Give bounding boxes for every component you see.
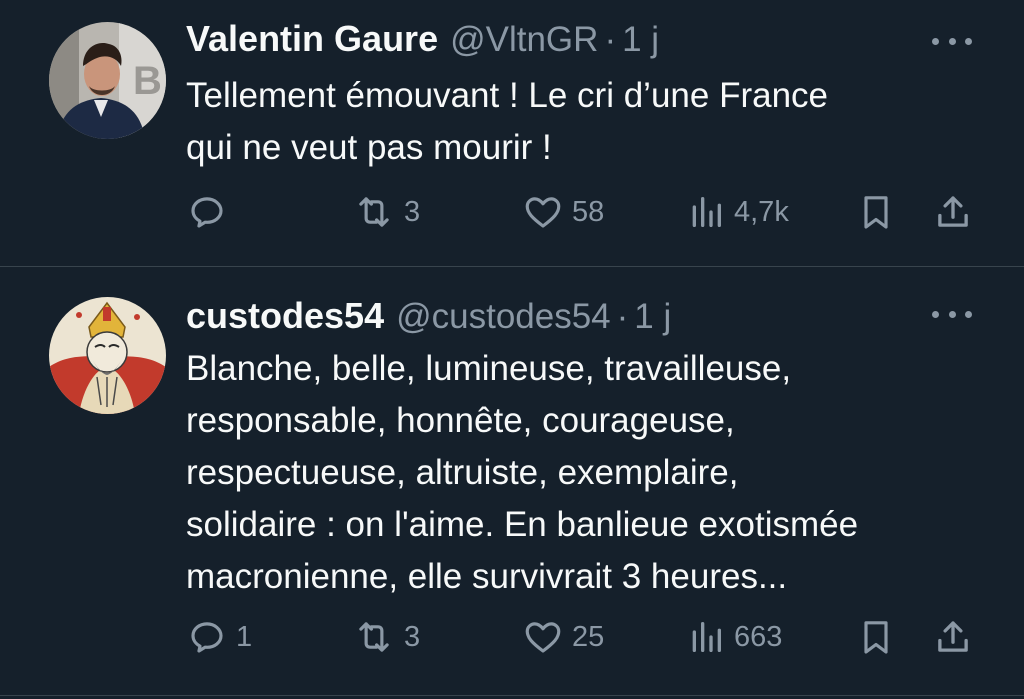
share-icon bbox=[938, 621, 968, 652]
display-name[interactable]: Valentin Gaure bbox=[186, 18, 438, 60]
tweet-divider bbox=[0, 695, 1024, 696]
views-icon bbox=[692, 622, 721, 652]
views-icon bbox=[692, 197, 721, 227]
bookmark-icon bbox=[864, 196, 888, 229]
retweet-button[interactable]: 3 bbox=[352, 615, 420, 659]
separator: · bbox=[616, 297, 629, 336]
reply-button[interactable] bbox=[186, 190, 236, 234]
like-count: 58 bbox=[572, 195, 605, 228]
tweet-actions: 3 58 4,7k bbox=[186, 190, 976, 234]
more-options-icon[interactable] bbox=[932, 34, 972, 48]
timestamp[interactable]: 1 j bbox=[622, 20, 659, 60]
tweet[interactable]: B Valentin Gaure @VltnGR · 1 j Tellement… bbox=[0, 0, 1024, 266]
tweet-text: Tellement émouvant ! Le cri d’une France… bbox=[186, 76, 828, 167]
avatar[interactable]: B bbox=[49, 22, 166, 139]
tweet-header: Valentin Gaure @VltnGR · 1 j bbox=[186, 18, 964, 60]
avatar[interactable] bbox=[49, 297, 166, 414]
share-icon bbox=[938, 196, 968, 227]
views-count: 663 bbox=[734, 620, 783, 653]
retweet-count: 3 bbox=[404, 195, 421, 228]
tweet-text: Blanche, belle, lumineuse, travailleuse,… bbox=[186, 349, 859, 596]
display-name[interactable]: custodes54 bbox=[186, 295, 384, 337]
user-handle[interactable]: @VltnGR bbox=[450, 20, 598, 60]
tweet-header: custodes54 @custodes54 · 1 j bbox=[186, 295, 964, 337]
timestamp[interactable]: 1 j bbox=[634, 297, 671, 337]
like-count: 25 bbox=[572, 620, 605, 653]
svg-text:B: B bbox=[133, 59, 162, 103]
retweet-button[interactable]: 3 bbox=[352, 190, 420, 234]
person-photo-avatar-icon: B bbox=[49, 22, 166, 139]
like-button[interactable]: 25 bbox=[522, 615, 604, 659]
reply-count: 1 bbox=[236, 620, 253, 653]
views-button[interactable]: 4,7k bbox=[686, 190, 789, 234]
like-icon bbox=[525, 622, 561, 653]
bookmark-button[interactable] bbox=[856, 615, 896, 659]
retweet-count: 3 bbox=[404, 620, 421, 653]
user-handle[interactable]: @custodes54 bbox=[396, 297, 611, 337]
retweet-icon bbox=[359, 622, 389, 652]
bookmark-button[interactable] bbox=[856, 190, 896, 234]
views-count: 4,7k bbox=[734, 195, 789, 228]
reply-icon bbox=[191, 622, 223, 653]
bishop-illustration-avatar-icon bbox=[49, 297, 166, 414]
like-icon bbox=[525, 197, 561, 228]
retweet-icon bbox=[359, 197, 389, 227]
separator: · bbox=[604, 20, 617, 59]
tweet[interactable]: custodes54 @custodes54 · 1 j Blanche, be… bbox=[0, 267, 1024, 695]
share-button[interactable] bbox=[932, 190, 974, 234]
like-button[interactable]: 58 bbox=[522, 190, 604, 234]
more-options-icon[interactable] bbox=[932, 307, 972, 321]
bookmark-icon bbox=[864, 621, 888, 654]
reply-button[interactable]: 1 bbox=[186, 615, 252, 659]
share-button[interactable] bbox=[932, 615, 974, 659]
reply-icon bbox=[191, 197, 223, 228]
views-button[interactable]: 663 bbox=[686, 615, 782, 659]
tweet-actions: 1 3 25 663 bbox=[186, 615, 976, 659]
